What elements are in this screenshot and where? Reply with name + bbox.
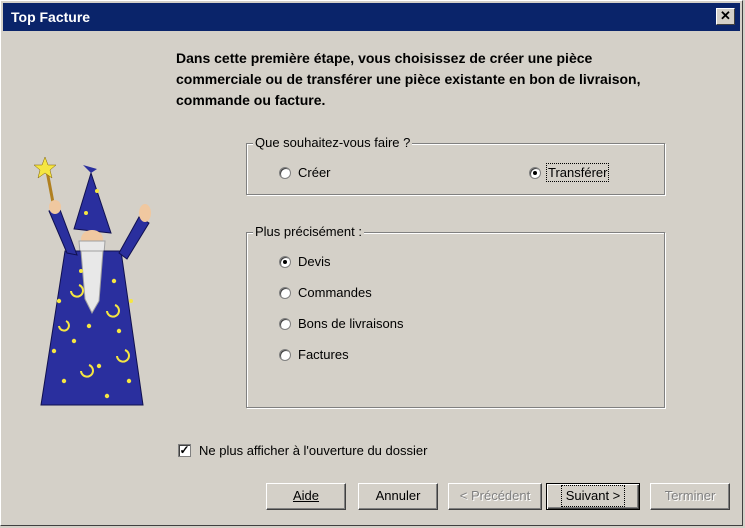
previous-button[interactable]: < Précédent xyxy=(448,483,542,510)
radio-commandes[interactable]: Commandes xyxy=(279,285,372,300)
checkmark-icon[interactable]: ✓ xyxy=(178,444,191,457)
radio-factures-label: Factures xyxy=(298,347,349,362)
dont-show-label: Ne plus afficher à l'ouverture du dossie… xyxy=(199,443,428,458)
radio-bons-livraisons[interactable]: Bons de livraisons xyxy=(279,316,404,331)
radio-create-label: Créer xyxy=(298,165,331,180)
action-groupbox: Que souhaitez-vous faire ? Créer Transfé… xyxy=(246,135,665,195)
close-button[interactable]: ✕ xyxy=(716,8,735,25)
close-icon: ✕ xyxy=(720,8,731,23)
radio-devis-dot[interactable] xyxy=(279,255,291,268)
window-title: Top Facture xyxy=(11,9,91,25)
help-button[interactable]: Aide xyxy=(266,483,346,510)
dialog-window: Top Facture ✕ Dans cette première étape,… xyxy=(0,0,743,526)
detail-group-title: Plus précisément : xyxy=(253,224,364,239)
finish-button[interactable]: Terminer xyxy=(650,483,730,510)
radio-commandes-label: Commandes xyxy=(298,285,372,300)
radio-devis[interactable]: Devis xyxy=(279,254,331,269)
radio-bons-livraisons-dot[interactable] xyxy=(279,317,291,330)
radio-create[interactable]: Créer xyxy=(279,165,331,180)
radio-transfer-dot[interactable] xyxy=(529,166,541,179)
radio-bons-livraisons-label: Bons de livraisons xyxy=(298,316,404,331)
cancel-button[interactable]: Annuler xyxy=(358,483,438,510)
detail-groupbox: Plus précisément : Devis Commandes Bons … xyxy=(246,224,665,408)
radio-create-dot[interactable] xyxy=(279,166,291,179)
next-button[interactable]: Suivant > xyxy=(546,483,640,510)
intro-text: Dans cette première étape, vous choisiss… xyxy=(176,50,641,108)
radio-devis-label: Devis xyxy=(298,254,331,269)
radio-transfer[interactable]: Transférer xyxy=(529,163,610,182)
wizard-icon xyxy=(33,156,151,406)
wand-star xyxy=(33,156,57,179)
title-bar: Top Facture ✕ xyxy=(3,3,740,31)
radio-factures-dot[interactable] xyxy=(279,348,291,361)
radio-transfer-label: Transférer xyxy=(545,163,610,182)
radio-commandes-dot[interactable] xyxy=(279,286,291,299)
radio-factures[interactable]: Factures xyxy=(279,347,349,362)
action-group-title: Que souhaitez-vous faire ? xyxy=(253,135,413,150)
dont-show-checkbox[interactable]: ✓ Ne plus afficher à l'ouverture du doss… xyxy=(178,443,427,458)
hat xyxy=(73,171,112,234)
